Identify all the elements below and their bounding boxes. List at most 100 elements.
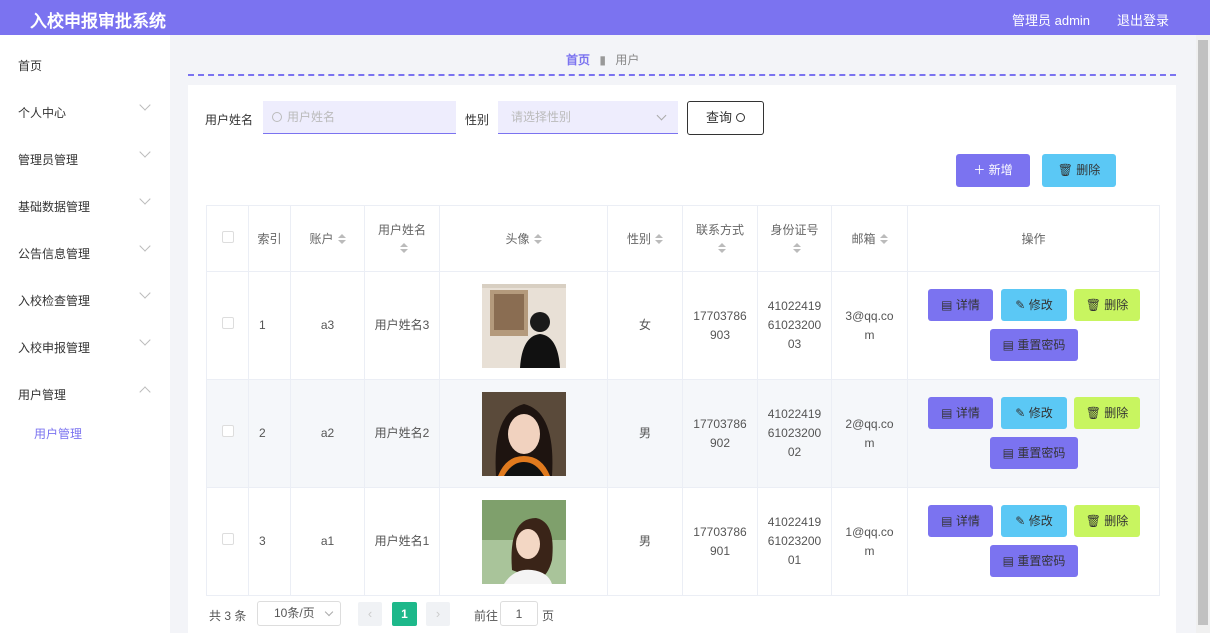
edit-button[interactable]: ✎ 修改 xyxy=(1001,397,1067,429)
cell-email: 3@qq.com xyxy=(831,271,908,380)
cell-phone: 17703786902 xyxy=(682,379,758,488)
document-icon: ▤ xyxy=(941,298,956,312)
sex-select[interactable] xyxy=(498,101,678,134)
sidebar-item-profile[interactable]: 个人中心 xyxy=(0,90,170,130)
sidebar-item-basic-data[interactable]: 基础数据管理 xyxy=(0,184,170,224)
pencil-icon: ✎ xyxy=(1015,406,1029,420)
cell-name: 用户姓名3 xyxy=(364,271,440,380)
sidebar-subitem-users[interactable]: 用户管理 xyxy=(0,421,170,461)
sort-icon[interactable] xyxy=(792,243,801,254)
sidebar-item-notice[interactable]: 公告信息管理 xyxy=(0,231,170,271)
detail-label: 详情 xyxy=(955,514,980,528)
delete-button[interactable]: 🗑 删除 xyxy=(1074,397,1140,429)
sort-icon[interactable] xyxy=(400,243,408,254)
select-all-checkbox[interactable] xyxy=(221,230,234,243)
total-count: 共 3 条 xyxy=(209,609,247,623)
detail-button[interactable]: ▤ 详情 xyxy=(928,505,993,537)
th-account[interactable]: 账户 xyxy=(290,205,365,272)
chevron-up-icon xyxy=(139,386,151,398)
document-icon: ▤ xyxy=(941,514,956,528)
sidebar-item-users[interactable]: 用户管理 xyxy=(0,372,170,412)
page-size-select[interactable]: 10条/页 xyxy=(257,601,341,626)
page-suffix: 页 xyxy=(542,609,555,623)
delete-button[interactable]: 🗑 删除 xyxy=(1074,505,1140,537)
scrollbar[interactable] xyxy=(1196,35,1210,633)
cell-phone: 17703786901 xyxy=(682,487,758,596)
table-row: 1 a3 用户姓名3 女 17703786903 410224196102320… xyxy=(206,271,1160,380)
goto-page-input[interactable] xyxy=(500,601,538,626)
cell-ops: ▤ 详情 ✎ 修改 🗑 删除 ▤ 重置密码 xyxy=(907,271,1160,380)
reset-password-button[interactable]: ▤ 重置密码 xyxy=(990,545,1078,577)
table-row: 3 a1 用户姓名1 男 17703786901 410224196102320… xyxy=(206,487,1160,596)
cell-idcard: 410224196102320002 xyxy=(757,379,832,488)
sort-icon[interactable] xyxy=(533,234,542,245)
name-search-input[interactable] xyxy=(263,101,456,134)
th-phone[interactable]: 联系方式 xyxy=(682,205,758,272)
prev-page-button[interactable]: ‹ xyxy=(358,602,382,626)
phone-text: 17703786903 xyxy=(693,308,747,342)
sidebar-item-check[interactable]: 入校检查管理 xyxy=(0,278,170,318)
chevron-left-icon: ‹ xyxy=(367,606,373,621)
phone-text: 17703786902 xyxy=(693,416,747,450)
th-sex-label: 性别 xyxy=(626,231,651,246)
edit-button[interactable]: ✎ 修改 xyxy=(1001,505,1067,537)
chevron-down-icon xyxy=(139,193,151,205)
add-button[interactable]: ＋ 新增 xyxy=(956,154,1030,187)
trash-icon: 🗑 xyxy=(1085,406,1105,420)
th-email[interactable]: 邮箱 xyxy=(831,205,908,272)
email-text: 2@qq.com xyxy=(845,416,894,450)
plus-icon: ＋ xyxy=(973,163,989,177)
reset-password-button[interactable]: ▤ 重置密码 xyxy=(990,329,1078,361)
th-sex[interactable]: 性别 xyxy=(607,205,683,272)
logout-link[interactable]: 退出登录 xyxy=(1117,10,1169,29)
sort-icon[interactable] xyxy=(655,234,663,245)
cell-name: 用户姓名2 xyxy=(364,379,440,488)
scrollbar-thumb[interactable] xyxy=(1198,40,1208,625)
th-ops-label: 操作 xyxy=(1021,231,1046,246)
th-avatar[interactable]: 头像 xyxy=(439,205,608,272)
row-checkbox[interactable] xyxy=(221,317,234,329)
th-idcard[interactable]: 身份证号 xyxy=(757,205,832,272)
detail-label: 详情 xyxy=(955,298,980,312)
email-text: 3@qq.com xyxy=(845,308,894,342)
row-checkbox[interactable] xyxy=(221,425,234,437)
cell-account: a3 xyxy=(290,271,365,380)
next-page-button[interactable]: › xyxy=(426,602,450,626)
table-row: 2 a2 用户姓名2 男 17703786902 410224196102320… xyxy=(206,379,1160,488)
sidebar: 首页 个人中心 管理员管理 基础数据管理 公告信息管理 入校检查管理 入校申报管… xyxy=(0,35,170,633)
detail-button[interactable]: ▤ 详情 xyxy=(928,397,993,429)
chevron-down-icon xyxy=(139,287,151,299)
detail-button[interactable]: ▤ 详情 xyxy=(928,289,993,321)
th-avatar-label: 头像 xyxy=(505,231,530,246)
delete-button[interactable]: 🗑 删除 xyxy=(1074,289,1140,321)
th-name[interactable]: 用户姓名 xyxy=(364,205,440,272)
sort-icon[interactable] xyxy=(337,234,346,245)
pencil-icon: ✎ xyxy=(1015,514,1029,528)
chevron-down-icon xyxy=(139,240,151,252)
sidebar-item-admin[interactable]: 管理员管理 xyxy=(0,137,170,177)
reset-password-button[interactable]: ▤ 重置密码 xyxy=(990,437,1078,469)
breadcrumb-home[interactable]: 首页 xyxy=(566,53,590,67)
sidebar-item-declare[interactable]: 入校申报管理 xyxy=(0,325,170,365)
th-name-label: 用户姓名 xyxy=(377,222,426,237)
admin-label: 管理员 admin xyxy=(1012,13,1091,28)
sort-icon[interactable] xyxy=(718,243,726,254)
th-phone-label: 联系方式 xyxy=(695,222,744,237)
page-number-current[interactable]: 1 xyxy=(392,602,417,626)
avatar xyxy=(481,283,566,368)
edit-button[interactable]: ✎ 修改 xyxy=(1001,289,1067,321)
idcard-text: 410224196102320003 xyxy=(767,299,822,351)
sidebar-item-label: 管理员管理 xyxy=(18,153,79,167)
email-text: 1@qq.com xyxy=(845,524,894,558)
edit-label: 修改 xyxy=(1028,514,1053,528)
row-select-cell xyxy=(206,271,249,380)
sidebar-item-home[interactable]: 首页 xyxy=(0,43,170,83)
sort-icon[interactable] xyxy=(879,234,888,245)
query-button[interactable]: 查询 xyxy=(687,101,764,135)
add-button-label: 新增 xyxy=(988,163,1013,177)
row-checkbox[interactable] xyxy=(221,533,234,545)
th-idcard-label: 身份证号 xyxy=(770,222,819,237)
query-button-label: 查询 xyxy=(705,110,732,125)
batch-delete-button[interactable]: 🗑 删除 xyxy=(1042,154,1116,187)
reset-label: 重置密码 xyxy=(1017,446,1066,460)
